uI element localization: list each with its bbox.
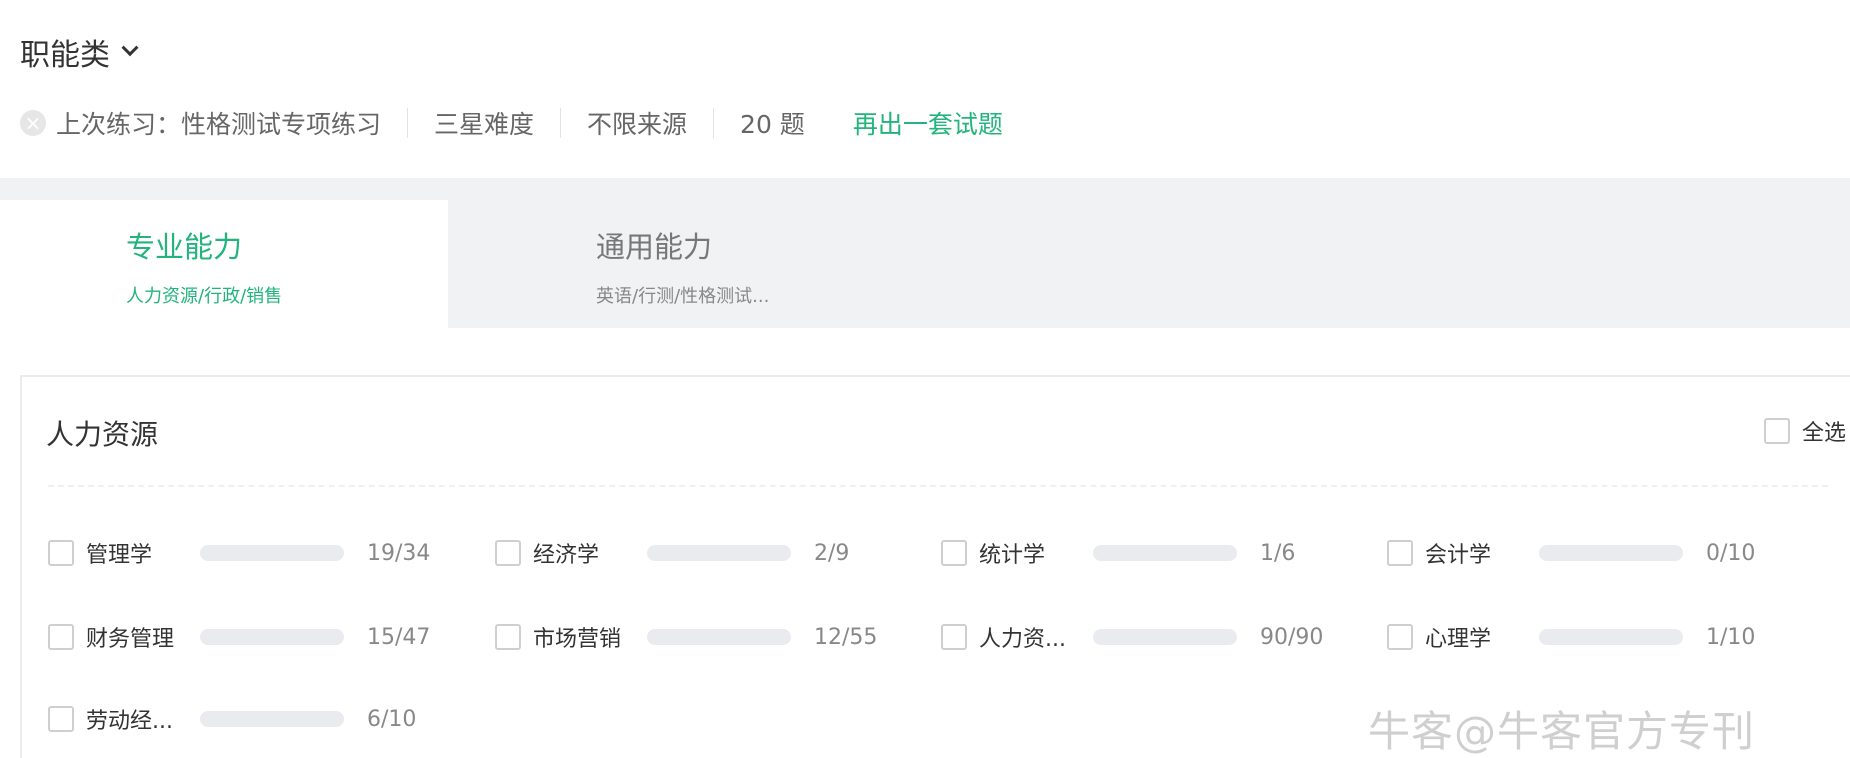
subject-checkbox[interactable] — [941, 624, 967, 650]
subject-name: 心理学 — [1425, 627, 1492, 652]
progress-count: 90/90 — [1260, 624, 1324, 650]
progress-track — [200, 629, 344, 645]
watermark: 牛客@牛客官方专刊 — [1368, 707, 1756, 756]
subject-checkbox[interactable] — [941, 540, 967, 566]
subject-item[interactable]: 会计学 0/10 — [1361, 533, 1801, 573]
select-all[interactable]: 全选 — [1763, 415, 1846, 447]
subject-item[interactable]: 统计学 1/6 — [915, 533, 1355, 573]
last-practice-label: 上次练习：性格测试专项练习 — [56, 110, 382, 139]
progress-track — [1093, 629, 1237, 645]
tab-subtitle: 人力资源/行政/销售 — [126, 286, 283, 307]
tab-professional[interactable]: 专业能力 人力资源/行政/销售 — [0, 200, 448, 328]
chevron-down-icon — [121, 39, 139, 57]
subject-checkbox[interactable] — [495, 624, 521, 650]
select-all-checkbox[interactable] — [1763, 418, 1790, 444]
subject-checkbox[interactable] — [1387, 624, 1413, 650]
subject-checkbox[interactable] — [1387, 540, 1413, 566]
subject-name: 市场营销 — [533, 627, 622, 652]
subject-name: 经济学 — [533, 543, 600, 568]
clear-icon[interactable]: × — [20, 110, 46, 136]
ability-tabs: 专业能力 人力资源/行政/销售 通用能力 英语/行测/性格测试... — [0, 200, 1850, 328]
subject-name: 统计学 — [979, 543, 1046, 568]
tab-title: 通用能力 — [596, 230, 713, 264]
category-dropdown[interactable]: 职能类 — [20, 30, 139, 74]
subject-item[interactable]: 劳动经... 6/10 — [22, 699, 462, 739]
progress-count: 2/9 — [814, 540, 850, 566]
tab-subtitle: 英语/行测/性格测试... — [596, 286, 770, 307]
progress-track — [647, 545, 791, 561]
progress-track — [200, 711, 344, 727]
progress-count: 12/55 — [814, 624, 878, 650]
progress-track — [647, 629, 791, 645]
tab-general[interactable]: 通用能力 英语/行测/性格测试... — [448, 200, 1850, 328]
subject-name: 劳动经... — [86, 709, 173, 734]
subject-item[interactable]: 心理学 1/10 — [1361, 617, 1801, 657]
subject-item[interactable]: 财务管理 15/47 — [22, 617, 462, 657]
progress-count: 15/47 — [367, 624, 431, 650]
progress-count: 19/34 — [367, 540, 431, 566]
progress-track — [1539, 545, 1683, 561]
progress-track — [200, 545, 344, 561]
divider — [713, 108, 715, 138]
progress-track — [1093, 545, 1237, 561]
progress-count: 6/10 — [367, 706, 417, 732]
category-title: 职能类 — [20, 38, 110, 73]
progress-count: 0/10 — [1706, 540, 1756, 566]
section-gap — [0, 178, 1850, 200]
dashed-divider — [48, 485, 1828, 487]
question-count: 20 题 — [740, 110, 805, 139]
subject-name: 会计学 — [1425, 543, 1492, 568]
subject-item[interactable]: 市场营销 12/55 — [469, 617, 909, 657]
subject-checkbox[interactable] — [48, 706, 74, 732]
divider — [560, 108, 562, 138]
subject-checkbox[interactable] — [48, 624, 74, 650]
progress-count: 1/6 — [1260, 540, 1296, 566]
select-all-label: 全选 — [1801, 421, 1846, 446]
source-text: 不限来源 — [587, 110, 688, 139]
subject-name: 人力资... — [979, 627, 1066, 652]
progress-track — [1539, 629, 1683, 645]
divider — [407, 108, 409, 138]
practice-header: 职能类 × 上次练习：性格测试专项练习 三星难度 不限来源 20 题 再出一套试… — [0, 0, 1850, 178]
section-title: 人力资源 — [46, 418, 159, 451]
progress-count: 1/10 — [1706, 624, 1756, 650]
difficulty-text: 三星难度 — [434, 110, 535, 139]
subject-item[interactable]: 管理学 19/34 — [22, 533, 462, 573]
subject-name: 管理学 — [86, 543, 153, 568]
subject-checkbox[interactable] — [495, 540, 521, 566]
subject-item[interactable]: 经济学 2/9 — [469, 533, 909, 573]
subject-item[interactable]: 人力资... 90/90 — [915, 617, 1355, 657]
tab-title: 专业能力 — [126, 230, 243, 264]
subject-checkbox[interactable] — [48, 540, 74, 566]
subject-name: 财务管理 — [86, 627, 175, 652]
regenerate-link[interactable]: 再出一套试题 — [853, 105, 1003, 141]
last-practice-bar: × 上次练习：性格测试专项练习 三星难度 不限来源 20 题 再出一套试题 — [20, 105, 1003, 141]
